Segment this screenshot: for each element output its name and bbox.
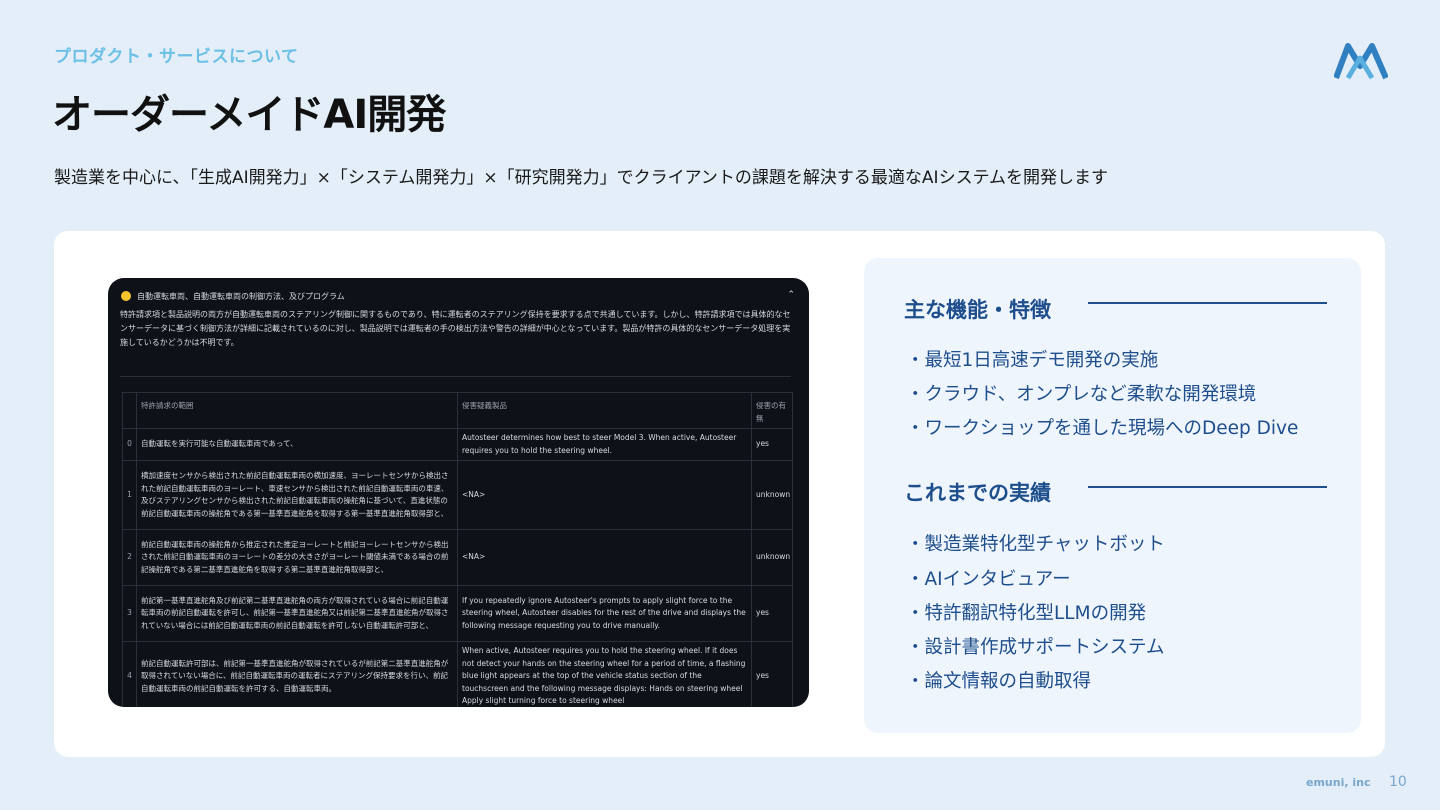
feature-item: ・ワークショップを通した現場へのDeep Dive <box>906 418 1299 439</box>
page-subtitle: 製造業を中心に、「生成AI開発力」×「システム開発力」×「研究開発力」でクライア… <box>54 168 1109 188</box>
table-header-product[interactable]: 侵害疑義製品 <box>457 392 752 429</box>
heading-rule <box>1088 302 1327 304</box>
feature-item: ・最短1日高速デモ開発の実施 <box>906 350 1159 371</box>
table-cell-product: If you repeatedly ignore Autosteer's pro… <box>457 585 752 642</box>
screenshot-body-text: 特許請求項と製品説明の両方が自動運転車両のステアリング制御に関するものであり、特… <box>120 310 791 347</box>
divider <box>120 376 791 377</box>
page-title: オーダーメイドAI開発 <box>52 92 446 138</box>
table-cell-claim: 自動運転を実行可能な自動運転車両であって、 <box>136 428 458 461</box>
screenshot-header[interactable]: 自動運転車両、自動運転車両の制御方法、及びプログラム ⌃ <box>121 290 795 304</box>
table-cell-product: Autosteer determines how best to steer M… <box>457 428 752 461</box>
achievement-item: ・論文情報の自動取得 <box>906 671 1092 692</box>
table-cell-claim: 前記第一基準直進舵角及び前記第二基準直進舵角の両方が取得されている場合に前記自動… <box>136 585 458 642</box>
feature-item: ・クラウド、オンプレなど柔軟な開発環境 <box>906 384 1257 405</box>
achievement-item: ・特許翻訳特化型LLMの開発 <box>906 603 1147 624</box>
section-label: プロダクト・サービスについて <box>54 47 299 67</box>
table-cell-result: unknown <box>751 460 793 530</box>
table-header-result[interactable]: 侵害の有無 <box>751 392 793 429</box>
table-row[interactable]: 3 前記第一基準直進舵角及び前記第二基準直進舵角の両方が取得されている場合に前記… <box>122 585 793 642</box>
achievements-heading: これまでの実績 <box>904 481 1051 505</box>
footer-company: emuni, inc <box>1306 776 1371 789</box>
table-row[interactable]: 2 前記自動運転車両の操舵角から推定された推定ヨーレートと前記ヨーレートセンサか… <box>122 529 793 586</box>
features-panel: 主な機能・特徴 ・最短1日高速デモ開発の実施 ・クラウド、オンプレなど柔軟な開発… <box>864 258 1361 733</box>
screenshot-header-title: 自動運転車両、自動運転車両の制御方法、及びプログラム <box>137 292 345 301</box>
page-number: 10 <box>1389 774 1407 790</box>
table-cell-product: When active, Autosteer requires you to h… <box>457 641 752 707</box>
table-cell-claim: 前記自動運転許可部は、前記第一基準直進舵角が取得されているが前記第二基準直進舵角… <box>136 641 458 707</box>
table-cell-index: 4 <box>122 641 137 707</box>
table-cell-index: 1 <box>122 460 137 530</box>
table-cell-result: yes <box>751 585 793 642</box>
table-header-row: 特許請求の範囲 侵害疑義製品 侵害の有無 <box>122 392 793 429</box>
heading-rule <box>1088 486 1327 488</box>
infringement-table: 特許請求の範囲 侵害疑義製品 侵害の有無 0 自動運転を実行可能な自動運転車両で… <box>122 392 793 707</box>
table-row[interactable]: 1 横加速度センサから検出された前記自動運転車両の横加速度、ヨーレートセンサから… <box>122 460 793 530</box>
achievement-item: ・製造業特化型チャットボット <box>906 534 1165 555</box>
features-heading: 主な機能・特徴 <box>904 298 1051 322</box>
table-cell-claim: 前記自動運転車両の操舵角から推定された推定ヨーレートと前記ヨーレートセンサから検… <box>136 529 458 586</box>
table-cell-result: yes <box>751 428 793 461</box>
achievement-item: ・設計書作成サポートシステム <box>906 637 1165 658</box>
table-cell-index: 0 <box>122 428 137 461</box>
table-cell-product: <NA> <box>457 529 752 586</box>
table-header-claim[interactable]: 特許請求の範囲 <box>136 392 458 429</box>
table-header-index[interactable] <box>122 392 137 429</box>
table-cell-product: <NA> <box>457 460 752 530</box>
table-row[interactable]: 4 前記自動運転許可部は、前記第一基準直進舵角が取得されているが前記第二基準直進… <box>122 641 793 707</box>
company-logo-icon <box>1334 43 1388 80</box>
chevron-up-icon[interactable]: ⌃ <box>787 290 795 300</box>
table-cell-index: 3 <box>122 585 137 642</box>
status-dot-icon <box>121 291 131 301</box>
achievement-item: ・AIインタビュアー <box>906 569 1071 590</box>
table-cell-claim: 横加速度センサから検出された前記自動運転車両の横加速度、ヨーレートセンサから検出… <box>136 460 458 530</box>
table-row[interactable]: 0 自動運転を実行可能な自動運転車両であって、 Autosteer determ… <box>122 428 793 461</box>
table-cell-index: 2 <box>122 529 137 586</box>
table-cell-result: unknown <box>751 529 793 586</box>
app-screenshot: 自動運転車両、自動運転車両の制御方法、及びプログラム ⌃ 特許請求項と製品説明の… <box>108 278 809 707</box>
table-cell-result: yes <box>751 641 793 707</box>
